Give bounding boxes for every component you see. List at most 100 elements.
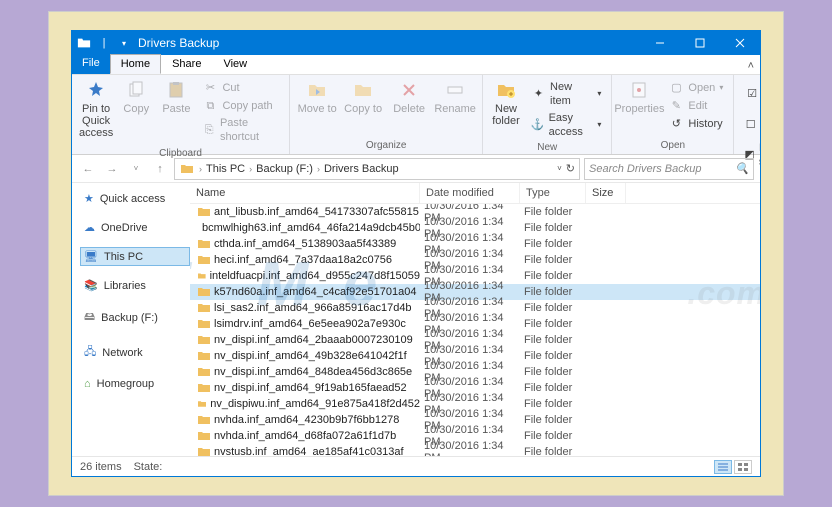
history-button[interactable]: ↺History xyxy=(664,115,727,133)
home-tab[interactable]: Home xyxy=(110,54,161,74)
copy-button[interactable]: Copy xyxy=(116,77,156,117)
file-type: File folder xyxy=(520,302,586,314)
homegroup-icon: ⌂ xyxy=(84,378,91,390)
file-name: bcmwlhigh63.inf_amd64_46fa214a9dcb45b0 xyxy=(202,222,420,234)
nav-network[interactable]: 🖧Network xyxy=(80,340,190,365)
edit-button[interactable]: ✎Edit xyxy=(664,97,727,115)
col-name[interactable]: Name xyxy=(190,183,420,203)
easyaccess-button[interactable]: ⚓Easy access▾ xyxy=(527,110,606,141)
nav-onedrive[interactable]: ☁OneDrive xyxy=(80,218,190,237)
nav-libraries[interactable]: 📚Libraries xyxy=(80,276,190,295)
cut-button[interactable]: ✂Cut xyxy=(198,79,283,97)
up-button[interactable]: ↑ xyxy=(150,159,170,179)
window-title: Drivers Backup xyxy=(138,36,219,50)
screenshot-frame: | ▾ Drivers Backup File Home Share View … xyxy=(48,11,784,496)
moveto-button[interactable]: Move to xyxy=(294,77,340,117)
file-name: nvhda.inf_amd64_4230b9b7f6bb1278 xyxy=(214,414,399,426)
folder-icon xyxy=(76,35,92,51)
back-button[interactable]: ← xyxy=(78,159,98,179)
selectall-button[interactable]: ☑Select all xyxy=(740,79,761,110)
breadcrumb-folder[interactable]: Drivers Backup xyxy=(324,163,399,175)
libraries-icon: 📚 xyxy=(84,279,98,292)
view-tab[interactable]: View xyxy=(212,54,258,74)
copypath-button[interactable]: ⧉Copy path xyxy=(198,97,283,115)
breadcrumb[interactable]: › This PC › Backup (F:) › Drivers Backup… xyxy=(174,158,580,180)
folder-icon xyxy=(198,431,210,441)
star-icon: ★ xyxy=(84,192,94,205)
copyto-button[interactable]: Copy to xyxy=(340,77,386,117)
dropdown-icon[interactable]: ˅ xyxy=(557,164,562,173)
folder-icon xyxy=(198,271,206,281)
file-type: File folder xyxy=(520,270,586,282)
breadcrumb-thispc[interactable]: This PC xyxy=(206,163,245,175)
col-type[interactable]: Type xyxy=(520,183,586,203)
rename-icon xyxy=(444,79,466,101)
file-tab[interactable]: File xyxy=(72,54,110,74)
item-count: 26 items xyxy=(80,461,122,473)
table-row[interactable]: nvstusb.inf_amd64_ae185af41c0313af10/30/… xyxy=(190,444,760,456)
file-type: File folder xyxy=(520,366,586,378)
file-type: File folder xyxy=(520,222,586,234)
breadcrumb-drive[interactable]: Backup (F:) xyxy=(256,163,313,175)
file-type: File folder xyxy=(520,430,586,442)
state-label: State: xyxy=(134,461,163,473)
col-size[interactable]: Size xyxy=(586,183,626,203)
newfolder-icon xyxy=(495,79,517,101)
selectall-icon: ☑ xyxy=(744,86,760,102)
pasteshortcut-button[interactable]: ⎘Paste shortcut xyxy=(198,115,283,146)
folder-icon xyxy=(198,383,210,393)
pin-quickaccess-button[interactable]: Pin to Quick access xyxy=(76,77,116,141)
rename-button[interactable]: Rename xyxy=(432,77,478,117)
ribbon-tabs: File Home Share View ˄ xyxy=(72,55,760,75)
newfolder-button[interactable]: New folder xyxy=(487,77,525,129)
folder-icon xyxy=(198,239,210,249)
file-type: File folder xyxy=(520,206,586,218)
copyto-icon xyxy=(352,79,374,101)
delete-button[interactable]: Delete xyxy=(386,77,432,117)
file-list[interactable]: T M e .com Name Date modified Type Size … xyxy=(190,183,760,456)
selectnone-button[interactable]: ☐Select none xyxy=(740,110,761,141)
forward-button[interactable]: → xyxy=(102,159,122,179)
share-tab[interactable]: Share xyxy=(161,54,212,74)
column-headers: Name Date modified Type Size xyxy=(190,183,760,204)
titlebar[interactable]: | ▾ Drivers Backup xyxy=(72,31,760,55)
qat-dropdown-icon[interactable]: ▾ xyxy=(116,35,132,51)
paste-button[interactable]: Paste xyxy=(156,77,196,117)
history-icon: ↺ xyxy=(668,116,684,132)
chevron-right-icon[interactable]: › xyxy=(197,164,204,174)
file-type: File folder xyxy=(520,350,586,362)
easyaccess-icon: ⚓ xyxy=(531,117,545,133)
pin-icon xyxy=(85,79,107,101)
chevron-right-icon[interactable]: › xyxy=(315,164,322,174)
search-input[interactable]: Search Drivers Backup 🔍 xyxy=(584,158,754,180)
open-button[interactable]: ▢Open▾ xyxy=(664,79,727,97)
file-type: File folder xyxy=(520,398,586,410)
qat-divider: | xyxy=(96,35,112,51)
explorer-window: | ▾ Drivers Backup File Home Share View … xyxy=(71,30,761,477)
moveto-icon xyxy=(306,79,328,101)
maximize-button[interactable] xyxy=(680,31,720,55)
nav-quickaccess[interactable]: ★Quick access xyxy=(80,189,190,208)
details-view-button[interactable] xyxy=(714,460,732,474)
properties-button[interactable]: Properties xyxy=(616,77,662,117)
minimize-button[interactable] xyxy=(640,31,680,55)
collapse-ribbon-icon[interactable]: ˄ xyxy=(742,58,760,74)
nav-backup[interactable]: 🖴Backup (F:) xyxy=(80,305,190,330)
folder-icon xyxy=(198,319,210,329)
col-date[interactable]: Date modified xyxy=(420,183,520,203)
close-button[interactable] xyxy=(720,31,760,55)
file-name: k57nd60a.inf_amd64_c4caf92e51701a04 xyxy=(214,286,416,298)
file-type: File folder xyxy=(520,334,586,346)
folder-icon xyxy=(198,287,210,297)
chevron-right-icon[interactable]: › xyxy=(247,164,254,174)
refresh-icon[interactable]: ↻ xyxy=(566,162,575,175)
file-date: 10/30/2016 1:34 PM xyxy=(420,440,520,456)
file-name: heci.inf_amd64_7a37daa18a2c0756 xyxy=(214,254,392,266)
recent-dropdown[interactable]: ˅ xyxy=(126,159,146,179)
icons-view-button[interactable] xyxy=(734,460,752,474)
newitem-button[interactable]: ✦New item▾ xyxy=(527,79,606,110)
nav-homegroup[interactable]: ⌂Homegroup xyxy=(80,375,190,393)
pc-icon: 🖥 xyxy=(84,250,98,263)
nav-thispc[interactable]: 🖥This PC xyxy=(80,247,190,266)
search-icon: 🔍 xyxy=(735,162,749,175)
